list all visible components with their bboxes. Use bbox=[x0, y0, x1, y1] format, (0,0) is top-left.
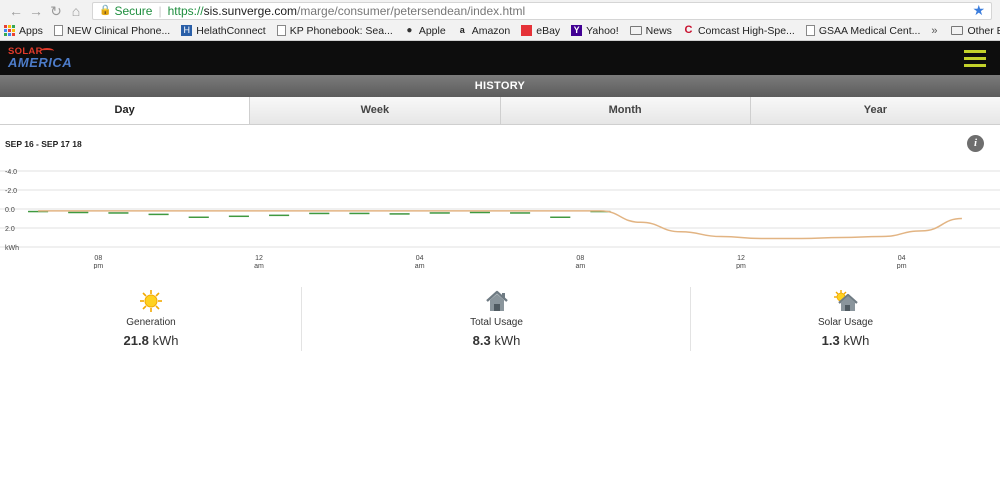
x-tick-period-label: pm bbox=[736, 263, 746, 269]
usage-line bbox=[38, 210, 962, 240]
stat-solar-usage: Solar Usage 1.3 kWh bbox=[691, 283, 1000, 355]
bookmark-comcast[interactable]: C Comcast High-Spe... bbox=[683, 24, 794, 37]
bookmark-star-icon[interactable]: ★ bbox=[972, 2, 985, 19]
back-icon[interactable]: ← bbox=[6, 1, 26, 21]
bookmark-apps[interactable]: Apps bbox=[4, 25, 43, 37]
secure-label: Secure bbox=[114, 3, 153, 18]
x-tick-label: 08 bbox=[576, 255, 584, 262]
bookmark-yahoo[interactable]: Y Yahoo! bbox=[571, 25, 619, 37]
generation-bar-cap bbox=[550, 216, 571, 218]
yahoo-icon: Y bbox=[571, 25, 583, 36]
solar-home-icon bbox=[833, 290, 858, 311]
x-tick-label: 12 bbox=[255, 255, 263, 262]
app-header: SOLAR AMERICA bbox=[0, 41, 1000, 75]
bookmarks-bar: Apps NEW Clinical Phone... H HelathConne… bbox=[0, 21, 1000, 41]
bookmark-healthconnect[interactable]: H HelathConnect bbox=[181, 25, 266, 37]
generation-bar-cap bbox=[269, 214, 290, 217]
lock-icon: 🔒 bbox=[99, 5, 112, 16]
bookmark-ebay[interactable]: eBay bbox=[521, 25, 560, 37]
x-tick-label: 08 bbox=[94, 255, 102, 262]
history-chart: kWh 2.0 0.0 -2.0 -4.0 08 pm 12 am 04 am 08 am 12 pm 04 p… bbox=[0, 165, 1000, 269]
hamburger-menu-icon[interactable] bbox=[964, 49, 986, 67]
document-icon bbox=[276, 25, 286, 36]
url-host: sis.sunverge.com bbox=[203, 3, 298, 18]
generation-bar-cap bbox=[510, 212, 531, 214]
y-tick-label: 2.0 bbox=[5, 226, 15, 233]
stat-value: 21.8 kWh bbox=[123, 333, 179, 348]
energy-chart[interactable]: kWh2.00.0-2.0-4.008pm12am04am08am12pm04p… bbox=[0, 165, 1000, 269]
bookmark-kp-phonebook[interactable]: KP Phonebook: Sea... bbox=[276, 25, 393, 37]
generation-bar-cap bbox=[148, 213, 169, 216]
tab-month[interactable]: Month bbox=[500, 97, 751, 124]
generation-bar-cap bbox=[108, 212, 129, 214]
other-bookmarks[interactable]: Other Bookmarks bbox=[951, 25, 1000, 37]
generation-bar-cap bbox=[68, 211, 89, 214]
amazon-icon: a bbox=[459, 25, 465, 35]
info-icon[interactable]: i bbox=[967, 135, 984, 152]
x-tick-period-label: am bbox=[415, 263, 425, 269]
stats-row: Generation 21.8 kWh Total Usage 8.3 kWh … bbox=[0, 283, 1000, 355]
reload-icon[interactable]: ↻ bbox=[46, 1, 66, 21]
document-icon bbox=[53, 25, 63, 36]
generation-bar-cap bbox=[228, 215, 249, 218]
generation-bar-cap bbox=[469, 211, 490, 214]
y-tick-label: 0.0 bbox=[5, 207, 15, 214]
generation-bar-cap bbox=[429, 212, 450, 214]
bookmark-gsaa[interactable]: GSAA Medical Cent... bbox=[805, 25, 920, 37]
period-tabs: Day Week Month Year bbox=[0, 97, 1000, 132]
apple-icon: ● bbox=[406, 25, 413, 36]
tab-year[interactable]: Year bbox=[750, 97, 1000, 124]
x-tick-label: 04 bbox=[898, 255, 906, 262]
home-icon[interactable]: ⌂ bbox=[66, 1, 86, 21]
range-row: SEP 16 - SEP 17 18 i bbox=[0, 125, 1000, 165]
ebay-icon bbox=[521, 25, 533, 36]
healthconnect-icon: H bbox=[181, 25, 193, 36]
document-icon bbox=[805, 25, 815, 36]
folder-icon bbox=[951, 26, 964, 35]
x-tick-period-label: pm bbox=[897, 263, 907, 269]
address-bar[interactable]: 🔒 Secure | https:// sis.sunverge.com /ma… bbox=[92, 1, 992, 20]
x-tick-period-label: am bbox=[254, 263, 264, 269]
date-range-label: SEP 16 - SEP 17 18 bbox=[5, 139, 82, 149]
url-path: /marge/consumer/petersendean/index.html bbox=[297, 3, 526, 18]
bookmark-amazon[interactable]: a Amazon bbox=[457, 25, 511, 37]
tab-day[interactable]: Day bbox=[0, 97, 251, 132]
y-tick-label: -2.0 bbox=[5, 188, 17, 195]
stat-label: Solar Usage bbox=[817, 317, 874, 328]
stat-total-usage: Total Usage 8.3 kWh bbox=[302, 283, 691, 355]
stat-generation: Generation 21.8 kWh bbox=[0, 283, 302, 355]
x-tick-label: 12 bbox=[737, 255, 745, 262]
tab-week[interactable]: Week bbox=[250, 97, 501, 124]
bookmark-apple[interactable]: ● Apple bbox=[404, 25, 445, 37]
bookmarks-overflow-icon[interactable]: » bbox=[931, 25, 937, 37]
generation-bar-cap bbox=[389, 213, 410, 215]
solar-america-logo[interactable]: SOLAR AMERICA bbox=[6, 44, 86, 72]
sun-icon bbox=[140, 290, 162, 312]
stat-value: 1.3 kWh bbox=[821, 333, 870, 348]
forward-icon[interactable]: → bbox=[26, 1, 46, 21]
url-scheme: https:// bbox=[167, 3, 204, 18]
x-tick-label: 04 bbox=[416, 255, 424, 262]
generation-bar-cap bbox=[349, 212, 370, 215]
stat-value: 8.3 kWh bbox=[472, 333, 521, 348]
x-tick-period-label: am bbox=[575, 263, 585, 269]
page-title: HISTORY bbox=[0, 75, 1000, 97]
generation-bar-cap bbox=[309, 212, 330, 215]
folder-icon bbox=[629, 26, 642, 35]
y-tick-label: -4.0 bbox=[5, 169, 17, 176]
y-axis-unit-label: kWh bbox=[5, 245, 19, 252]
x-tick-period-label: pm bbox=[93, 263, 103, 269]
apps-grid-icon bbox=[4, 25, 15, 36]
browser-toolbar: ← → ↻ ⌂ 🔒 Secure | https:// sis.sunverge… bbox=[0, 0, 1000, 21]
stat-label: Generation bbox=[126, 317, 176, 328]
comcast-icon: C bbox=[684, 24, 693, 36]
stat-label: Total Usage bbox=[470, 317, 523, 328]
bookmark-news[interactable]: News bbox=[629, 25, 672, 37]
generation-bar-cap bbox=[188, 216, 209, 218]
home-icon bbox=[485, 290, 508, 311]
bookmark-clinical-phone[interactable]: NEW Clinical Phone... bbox=[53, 25, 170, 37]
